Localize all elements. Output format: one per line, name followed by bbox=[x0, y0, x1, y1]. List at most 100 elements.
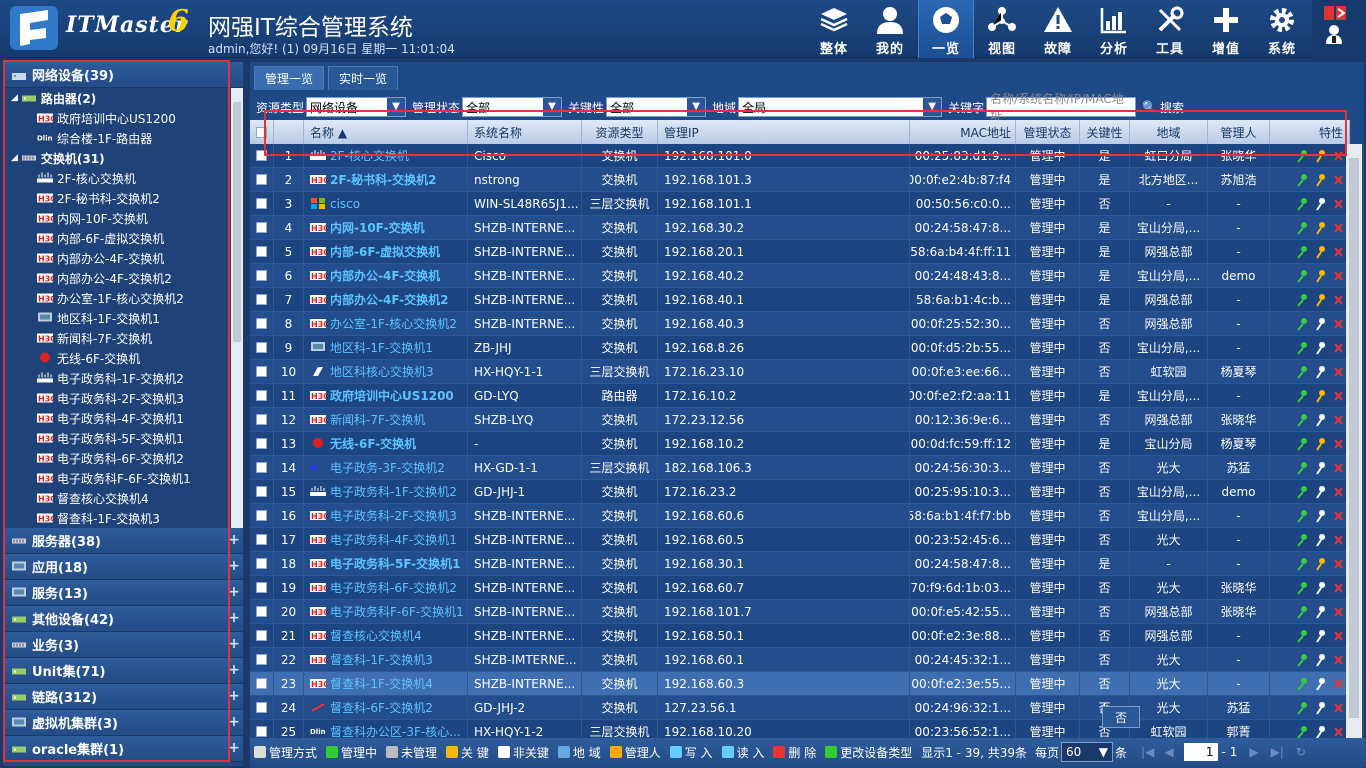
manage-icon[interactable] bbox=[1297, 293, 1309, 307]
tree-node[interactable]: H3C 督查核心交换机4 bbox=[3, 488, 231, 508]
tree-node[interactable]: H3C 电子政务科-6F-交换机2 bbox=[3, 448, 231, 468]
nav-system[interactable]: 系统 bbox=[1254, 0, 1310, 58]
key-icon[interactable] bbox=[1315, 509, 1327, 523]
row-checkbox[interactable] bbox=[250, 600, 274, 623]
col-header[interactable]: 地域 bbox=[1130, 120, 1208, 144]
row-checkbox[interactable] bbox=[250, 696, 274, 719]
nav-tools[interactable]: 工具 bbox=[1142, 0, 1198, 58]
device-name-link[interactable]: 督查科-6F-交换机2 bbox=[304, 696, 468, 719]
manage-icon[interactable] bbox=[1297, 341, 1309, 355]
logout-icon[interactable] bbox=[1322, 4, 1348, 22]
device-name-link[interactable]: 地区科-1F-交换机1 bbox=[304, 336, 468, 359]
filter-select[interactable]: 名称/系统名称/IP/MAC地址 bbox=[986, 92, 1137, 123]
table-row[interactable]: 3 cisco WIN-SL48R65J1... 三层交换机 192.168.101.1… bbox=[250, 192, 1350, 216]
delete-icon[interactable] bbox=[1333, 677, 1343, 691]
device-name-link[interactable]: cisco bbox=[304, 192, 468, 215]
device-name-link[interactable]: H3C电子政务科-4F-交换机1 bbox=[304, 528, 468, 551]
table-row[interactable]: 7H3C内部办公-4F-交换机2SHZB-INTERNE...交换机192.16… bbox=[250, 288, 1350, 312]
manage-icon[interactable] bbox=[1297, 485, 1309, 499]
table-row[interactable]: 10 地区科核心交换机3 HX-HQY-1-1 三层交换机 172.16.23.10 00… bbox=[250, 360, 1350, 384]
table-row[interactable]: 11H3C政府培训中心US1200GD-LYQ路由器172.16.10.200:… bbox=[250, 384, 1350, 408]
key-icon[interactable] bbox=[1315, 413, 1327, 427]
row-checkbox[interactable] bbox=[250, 216, 274, 239]
tab-realtime-list[interactable]: 实时一览 bbox=[328, 66, 399, 90]
collapse-toggle-icon[interactable]: ◢ bbox=[11, 93, 18, 103]
manage-icon[interactable] bbox=[1297, 437, 1309, 451]
key-icon[interactable] bbox=[1315, 653, 1327, 667]
delete-icon[interactable] bbox=[1333, 413, 1343, 427]
device-name-link[interactable]: H3C政府培训中心US1200 bbox=[304, 384, 468, 407]
status-action-button[interactable]: 管理人 bbox=[609, 744, 661, 761]
grid-scrollbar[interactable] bbox=[1346, 144, 1362, 738]
device-name-link[interactable]: H3C督查核心交换机4 bbox=[304, 624, 468, 647]
key-icon[interactable] bbox=[1315, 341, 1327, 355]
key-icon[interactable] bbox=[1315, 293, 1327, 307]
row-checkbox[interactable] bbox=[250, 264, 274, 287]
row-checkbox[interactable] bbox=[250, 288, 274, 311]
table-row[interactable]: 13 无线-6F-交换机 - 交换机 192.168.10.2 00:0d:fc:59:f… bbox=[250, 432, 1350, 456]
key-icon[interactable] bbox=[1315, 269, 1327, 283]
tree-node[interactable]: Dlink 综合楼-1F-路由器 bbox=[3, 128, 231, 148]
tree-node[interactable]: H3C 内部办公-4F-交换机2 bbox=[3, 268, 231, 288]
status-action-button[interactable]: 关 键 bbox=[446, 744, 489, 761]
device-name-link[interactable]: 电子政务科-1F-交换机2 bbox=[304, 480, 468, 503]
manage-icon[interactable] bbox=[1297, 653, 1309, 667]
key-icon[interactable] bbox=[1315, 581, 1327, 595]
row-checkbox[interactable] bbox=[250, 168, 274, 191]
tree-node[interactable]: H3C 电子政务科-2F-交换机3 bbox=[3, 388, 231, 408]
key-icon[interactable] bbox=[1315, 725, 1327, 739]
tree-node[interactable]: H3C 新闻科-7F-交换机 bbox=[3, 328, 231, 348]
manage-icon[interactable] bbox=[1297, 461, 1309, 475]
manage-icon[interactable] bbox=[1297, 725, 1309, 739]
tab-manage-list[interactable]: 管理一览 bbox=[254, 66, 325, 90]
sidebar-group[interactable]: 虚拟机集群(3) + bbox=[3, 710, 243, 736]
tree-node[interactable]: ◢ 交换机(31) bbox=[3, 148, 231, 168]
dropdown-arrow-icon[interactable]: ▼ bbox=[687, 98, 706, 116]
status-action-button[interactable]: 未管理 bbox=[386, 744, 437, 761]
prev-page-icon[interactable]: ◀ bbox=[1164, 745, 1173, 759]
device-name-link[interactable]: H3C内网-10F-交换机 bbox=[304, 216, 468, 239]
manage-icon[interactable] bbox=[1297, 581, 1309, 595]
delete-icon[interactable] bbox=[1333, 557, 1343, 571]
device-name-link[interactable]: H3C办公室-1F-核心交换机2 bbox=[304, 312, 468, 335]
col-header[interactable]: 管理人 bbox=[1208, 120, 1270, 144]
delete-icon[interactable] bbox=[1333, 653, 1343, 667]
row-checkbox[interactable] bbox=[250, 240, 274, 263]
key-icon[interactable] bbox=[1315, 221, 1327, 235]
sidebar-group[interactable]: 应用(18) + bbox=[3, 554, 243, 580]
tree-node[interactable]: 电子政务科-1F-交换机2 bbox=[3, 368, 231, 388]
first-page-icon[interactable]: |◀ bbox=[1141, 745, 1154, 759]
key-icon[interactable] bbox=[1315, 533, 1327, 547]
manage-icon[interactable] bbox=[1297, 677, 1309, 691]
tree-node[interactable]: 地区科-1F-交换机1 bbox=[3, 308, 231, 328]
key-icon[interactable] bbox=[1315, 701, 1327, 715]
col-header[interactable]: 管理IP bbox=[658, 120, 910, 144]
row-checkbox[interactable] bbox=[250, 360, 274, 383]
sidebar-group[interactable]: Unit集(71) + bbox=[3, 658, 243, 684]
expand-icon[interactable]: + bbox=[227, 585, 241, 599]
delete-icon[interactable] bbox=[1333, 461, 1343, 475]
col-header[interactable]: 名称 ▲ bbox=[304, 120, 468, 144]
dropdown-arrow-icon[interactable]: ▼ bbox=[387, 98, 406, 116]
sidebar-header-network[interactable]: 网络设备(39) bbox=[3, 62, 243, 88]
table-row[interactable]: 8H3C办公室-1F-核心交换机2SHZB-INTERNE...交换机192.1… bbox=[250, 312, 1350, 336]
key-icon[interactable] bbox=[1315, 677, 1327, 691]
expand-icon[interactable]: + bbox=[227, 533, 241, 547]
row-checkbox[interactable] bbox=[250, 144, 274, 167]
filter-select[interactable]: 全局 ▼ bbox=[738, 97, 943, 117]
manage-icon[interactable] bbox=[1297, 269, 1309, 283]
table-row[interactable]: 12H3C新闻科-7F-交换机SHZB-LYQ交换机172.23.12.5600… bbox=[250, 408, 1350, 432]
delete-icon[interactable] bbox=[1333, 485, 1343, 499]
manage-icon[interactable] bbox=[1297, 197, 1309, 211]
sidebar-group[interactable]: 业务(3) + bbox=[3, 632, 243, 658]
avatar-icon[interactable] bbox=[1324, 24, 1344, 44]
tree-node[interactable]: H3C 电子政务科-5F-交换机1 bbox=[3, 428, 231, 448]
table-row[interactable]: 22H3C督查科-1F-交换机3SHZB-IMTERNE...交换机192.16… bbox=[250, 648, 1350, 672]
row-checkbox[interactable] bbox=[250, 576, 274, 599]
table-row[interactable]: 25Dlink督查科办公区-3F-核心...HX-HQY-1-2三层交换机192… bbox=[250, 720, 1350, 738]
tree-node[interactable]: H3C 督查科-1F-交换机3 bbox=[3, 508, 231, 528]
nav-view[interactable]: 视图 bbox=[974, 0, 1030, 58]
last-page-icon[interactable]: ▶| bbox=[1271, 745, 1284, 759]
manage-icon[interactable] bbox=[1297, 701, 1309, 715]
col-header[interactable]: 管理状态 bbox=[1016, 120, 1080, 144]
